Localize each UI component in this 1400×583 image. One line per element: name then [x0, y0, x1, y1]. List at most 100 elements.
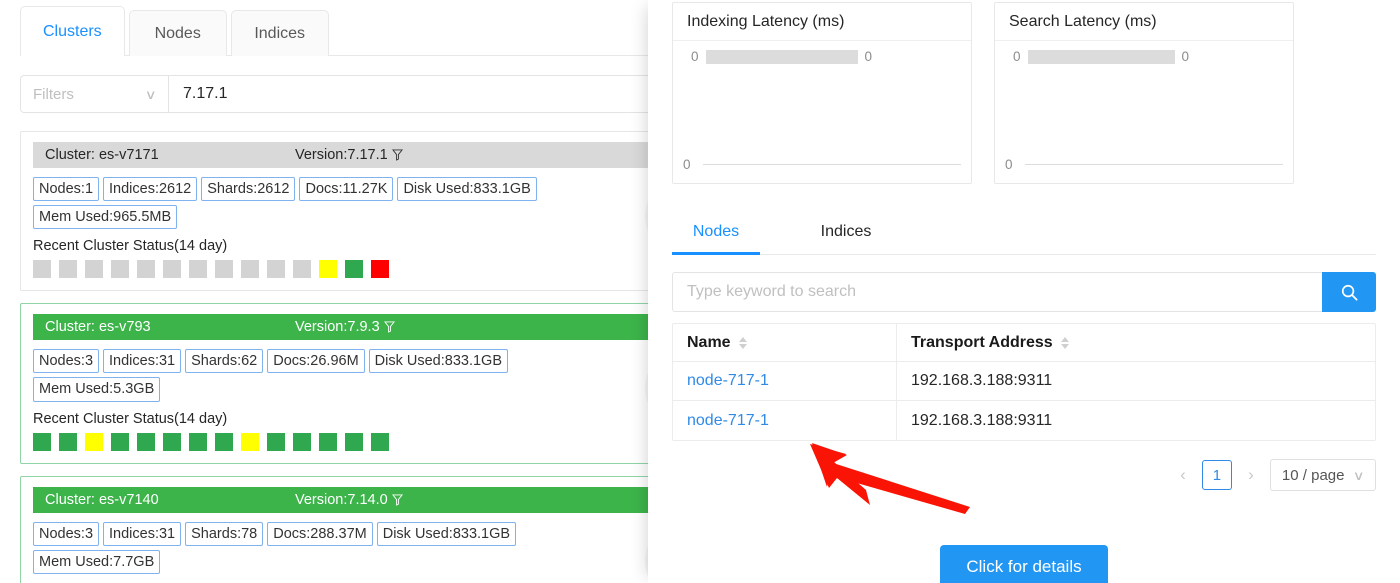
metric-chip: Indices:31 [103, 349, 181, 373]
table-header-row: Name Transport Address [673, 324, 1375, 362]
cluster-version: Version:7.9.3 [295, 319, 395, 335]
cluster-card[interactable]: Dis Cluster: es-v793 Version:7.9.3 Nodes… [20, 303, 700, 463]
table-row: node-717-1 192.168.3.188:9311 [673, 362, 1375, 401]
filter-funnel-icon[interactable] [384, 321, 395, 333]
status-square[interactable] [33, 260, 51, 278]
tab-indices[interactable]: Indices [231, 10, 329, 56]
metric-chip: Docs:26.96M [267, 349, 364, 373]
search-button[interactable] [1322, 272, 1376, 312]
filters-select[interactable]: Filters ∨ [20, 75, 168, 113]
cluster-name: Cluster: es-v793 [45, 319, 151, 335]
bar-right-value: 0 [1182, 49, 1190, 64]
search-icon [1340, 283, 1359, 302]
cluster-card-header: Cluster: es-v7171 Version:7.17.1 [33, 142, 700, 168]
page-size-select[interactable]: 10 / page ∨ [1270, 459, 1376, 491]
status-square[interactable] [371, 433, 389, 451]
pagination-next[interactable]: › [1240, 460, 1262, 490]
metric-chip: Docs:288.37M [267, 522, 373, 546]
sort-icon[interactable] [1061, 337, 1069, 349]
nodes-table: Name Transport Address node-717-1 192.16… [672, 323, 1376, 441]
status-square[interactable] [293, 433, 311, 451]
cluster-version: Version:7.17.1 [295, 147, 403, 163]
chart-plot-area: 0 0 0 [673, 41, 971, 183]
column-header-name[interactable]: Name [673, 324, 897, 362]
status-square[interactable] [59, 260, 77, 278]
filter-bar: Filters ∨ 7.17.1 [20, 75, 700, 113]
status-square[interactable] [215, 433, 233, 451]
cluster-metrics: Nodes:1 Indices:2612 Shards:2612 Docs:11… [33, 177, 563, 229]
pagination-prev[interactable]: ‹ [1172, 460, 1194, 490]
status-square[interactable] [163, 433, 181, 451]
status-square[interactable] [319, 260, 337, 278]
status-square[interactable] [267, 260, 285, 278]
chart-axis-line [703, 164, 961, 165]
metric-chip: Nodes:3 [33, 522, 99, 546]
cell-transport-address: 192.168.3.188:9311 [897, 401, 1375, 440]
column-header-transport-address[interactable]: Transport Address [897, 324, 1375, 362]
status-square[interactable] [319, 433, 337, 451]
cluster-card[interactable]: Cluster: es-v7140 Version:7.14.0 Nodes:3… [20, 476, 700, 583]
status-square[interactable] [111, 260, 129, 278]
pagination: ‹ 1 › 10 / page ∨ [1172, 459, 1376, 491]
status-square[interactable] [111, 433, 129, 451]
detail-tab-indices[interactable]: Indices [802, 210, 890, 254]
click-for-details-button[interactable]: Click for details [940, 545, 1107, 583]
cluster-version-label: Version:7.14.0 [295, 492, 388, 508]
cluster-metrics: Nodes:3 Indices:31 Shards:62 Docs:26.96M… [33, 349, 563, 401]
filter-funnel-icon[interactable] [392, 149, 403, 161]
metric-chip: Nodes:1 [33, 177, 99, 201]
filter-funnel-icon[interactable] [392, 494, 403, 506]
status-strip-label: Recent Cluster Status(14 day) [33, 238, 700, 254]
status-square[interactable] [59, 433, 77, 451]
status-square[interactable] [293, 260, 311, 278]
detail-tab-nodes-label: Nodes [693, 223, 739, 241]
tab-clusters[interactable]: Clusters [20, 6, 125, 56]
cell-name: node-717-1 [673, 362, 897, 401]
metric-chip: Shards:2612 [201, 177, 295, 201]
detail-tabbar: Nodes Indices [672, 210, 1376, 255]
status-square[interactable] [267, 433, 285, 451]
cluster-card-header: Cluster: es-v793 Version:7.9.3 [33, 314, 700, 340]
bar-right-value: 0 [865, 49, 873, 64]
status-square[interactable] [189, 260, 207, 278]
status-square[interactable] [33, 433, 51, 451]
metric-chip: Mem Used:7.7GB [33, 550, 160, 574]
status-strip [33, 260, 700, 278]
cluster-version-label: Version:7.9.3 [295, 319, 380, 335]
chart-bar-row: 0 0 [691, 49, 872, 64]
chart-axis-line [1025, 164, 1283, 165]
status-square[interactable] [215, 260, 233, 278]
status-square[interactable] [137, 260, 155, 278]
status-square[interactable] [189, 433, 207, 451]
bar-track [706, 50, 858, 64]
pagination-page-1[interactable]: 1 [1202, 460, 1232, 490]
tab-nodes-label: Nodes [155, 25, 201, 43]
status-square[interactable] [85, 260, 103, 278]
status-square[interactable] [163, 260, 181, 278]
status-square[interactable] [241, 433, 259, 451]
tab-clusters-label: Clusters [43, 23, 102, 41]
tab-nodes[interactable]: Nodes [129, 10, 227, 56]
detail-tab-indices-label: Indices [821, 223, 872, 241]
status-square[interactable] [85, 433, 103, 451]
filter-value-input[interactable]: 7.17.1 [168, 75, 700, 113]
bar-left-value: 0 [691, 49, 699, 64]
chart-bar-row: 0 0 [1013, 49, 1189, 64]
status-square[interactable] [241, 260, 259, 278]
metric-chip: Nodes:3 [33, 349, 99, 373]
detail-tab-nodes[interactable]: Nodes [672, 210, 760, 254]
chevron-down-icon: ∨ [145, 88, 157, 101]
status-square[interactable] [137, 433, 155, 451]
cluster-card[interactable]: Dis Cluster: es-v7171 Version:7.17.1 Nod… [20, 131, 700, 291]
cta-container: Click for details [648, 545, 1400, 583]
node-link[interactable]: node-717-1 [687, 412, 769, 430]
sort-icon[interactable] [739, 337, 747, 349]
search-input[interactable] [672, 272, 1322, 312]
cell-name: node-717-1 [673, 401, 897, 440]
status-square[interactable] [345, 260, 363, 278]
metric-chip: Shards:62 [185, 349, 263, 373]
cluster-version: Version:7.14.0 [295, 492, 403, 508]
status-square[interactable] [371, 260, 389, 278]
node-link[interactable]: node-717-1 [687, 372, 769, 390]
status-square[interactable] [345, 433, 363, 451]
